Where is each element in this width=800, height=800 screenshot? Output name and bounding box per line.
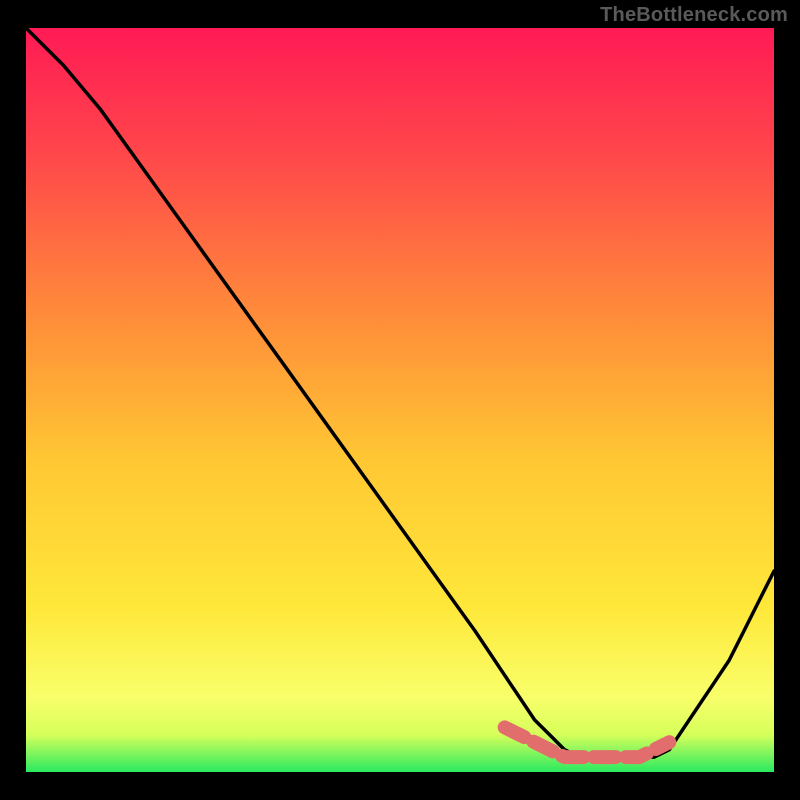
attribution-label: TheBottleneck.com [600, 4, 788, 27]
plot-background [26, 28, 774, 772]
bottleneck-chart: TheBottleneck.com [0, 0, 800, 800]
chart-svg [0, 0, 800, 800]
